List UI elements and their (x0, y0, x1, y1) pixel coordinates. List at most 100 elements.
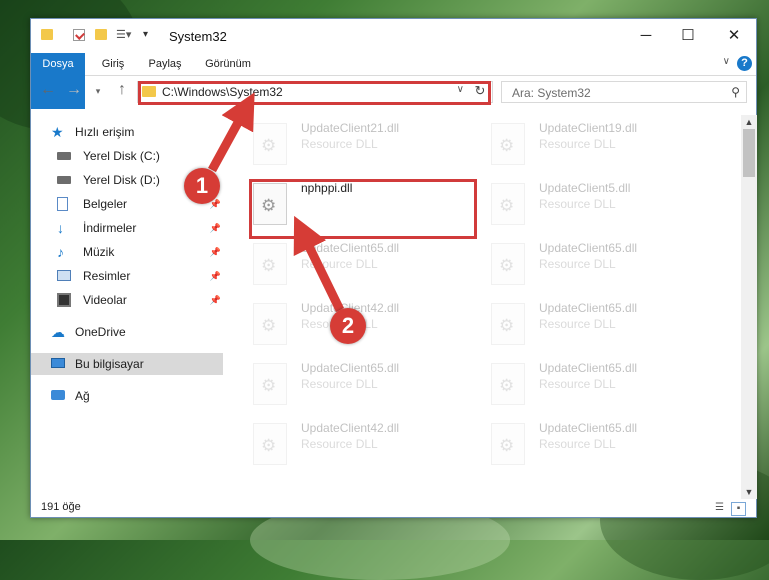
tab-view[interactable]: Görünüm (197, 53, 259, 75)
file-name: UpdateClient65.dll (539, 241, 638, 255)
dll-file-icon: ⚙ (253, 243, 287, 285)
file-type: Resource DLL (539, 437, 616, 451)
toolbar-dropdown-icon[interactable]: ▾ (143, 29, 155, 41)
pin-icon[interactable]: 📌 (210, 289, 221, 311)
up-arrow-icon[interactable]: ↑ (113, 81, 131, 99)
file-type: Resource DLL (539, 257, 616, 271)
nav-label: Yerel Disk (D:) (83, 173, 160, 187)
gear-icon: ⚙ (261, 376, 277, 395)
file-type: Resource DLL (539, 197, 616, 211)
file-item[interactable]: ⚙ UpdateClient5.dll Resource DLL (489, 179, 719, 235)
close-button[interactable]: ✕ (723, 25, 745, 47)
file-item[interactable]: ⚙ UpdateClient21.dll Resource DLL (251, 119, 481, 175)
nav-label: Yerel Disk (C:) (83, 149, 160, 163)
pictures-icon (57, 270, 71, 281)
file-item[interactable]: ⚙ UpdateClient65.dll Resource DLL (489, 299, 719, 355)
scrollbar-thumb[interactable] (743, 129, 755, 177)
gear-icon: ⚙ (499, 376, 515, 395)
music-icon: ♪ (57, 244, 64, 260)
file-item[interactable]: ⚙UpdateClient42.dllResource DLL (251, 299, 481, 355)
gear-icon: ⚙ (499, 136, 515, 155)
file-item[interactable]: ⚙ UpdateClient65.dll Resource DLL (251, 239, 481, 295)
dll-file-icon: ⚙ (491, 123, 525, 165)
file-item[interactable]: ⚙ UpdateClient65.dll Resource DLL (251, 359, 481, 415)
large-icons-view-icon[interactable]: ▪ (731, 502, 746, 516)
file-name: UpdateClient42.dll (301, 421, 400, 435)
pin-icon[interactable]: 📌 (210, 265, 221, 287)
gear-icon: ⚙ (261, 136, 277, 155)
details-view-icon[interactable]: ☰ (713, 502, 726, 514)
file-item[interactable]: ⚙ UpdateClient19.dll Resource DLL (489, 119, 719, 175)
nav-item[interactable]: Videolar 📌 (31, 289, 223, 311)
nav-onedrive[interactable]: ☁ OneDrive (31, 321, 223, 343)
nav-this-pc[interactable]: Bu bilgisayar (31, 353, 223, 375)
gear-icon: ⚙ (499, 316, 515, 335)
tab-share[interactable]: Paylaş (143, 53, 187, 75)
window-title: System32 (169, 29, 227, 44)
help-icon[interactable]: ? (737, 56, 752, 71)
explorer-window: ☰▾ ▾ System32 ─ ☐ ✕ Dosya Giriş Paylaş G… (30, 18, 757, 518)
status-bar: 191 öğe ☰ ▪ (31, 497, 756, 519)
drive-icon (57, 152, 71, 160)
file-name: UpdateClient19.dll (539, 121, 638, 135)
file-item[interactable]: ⚙ UpdateClient65.dll Resource DLL (489, 419, 719, 475)
search-placeholder: Ara: System32 (512, 86, 591, 100)
file-type: Resource DLL (301, 437, 378, 451)
back-arrow-icon[interactable]: ← (39, 81, 57, 99)
address-highlight-box (138, 81, 491, 105)
selected-file-highlight-box (249, 179, 477, 239)
nav-label: İndirmeler (83, 221, 137, 235)
forward-arrow-icon[interactable]: → (65, 81, 83, 99)
gear-icon: ⚙ (499, 256, 515, 275)
folder-icon (41, 29, 53, 40)
nav-item[interactable]: Resimler 📌 (31, 265, 223, 287)
downloads-icon: ↓ (57, 220, 64, 236)
ribbon-tabs: Dosya Giriş Paylaş Görünüm ∨ ? (31, 53, 756, 109)
file-name: UpdateClient65.dll (301, 241, 400, 255)
scroll-up-icon[interactable]: ▲ (741, 115, 757, 129)
ribbon-expand-icon[interactable]: ∨ (723, 56, 730, 67)
file-name: UpdateClient65.dll (539, 361, 638, 375)
file-item[interactable]: ⚙ UpdateClient42.dll Resource DLL (251, 419, 481, 475)
pin-icon[interactable]: 📌 (210, 217, 221, 239)
refresh-icon[interactable]: ↻ (471, 83, 489, 101)
gear-icon: ⚙ (499, 436, 515, 455)
gear-icon: ⚙ (499, 196, 515, 215)
nav-label: Resimler (83, 269, 131, 283)
file-name: UpdateClient65.dll (301, 361, 400, 375)
dll-file-icon: ⚙ (491, 243, 525, 285)
network-icon (51, 390, 65, 400)
maximize-button[interactable]: ☐ (677, 25, 699, 47)
vertical-scrollbar[interactable]: ▲ ▼ (741, 115, 757, 499)
file-name: UpdateClient21.dll (301, 121, 400, 135)
nav-item[interactable]: ↓ İndirmeler 📌 (31, 217, 223, 239)
computer-icon (51, 358, 65, 368)
file-item[interactable]: ⚙ UpdateClient65.dll Resource DLL (489, 239, 719, 295)
new-folder-icon[interactable] (95, 29, 107, 40)
file-type: Resource DLL (301, 377, 378, 391)
search-input[interactable]: Ara: System32 ⚲ (501, 81, 747, 103)
dll-file-icon: ⚙ (491, 363, 525, 405)
annotation-badge-1: 1 (184, 168, 220, 204)
customize-toolbar-icon[interactable]: ☰▾ (116, 29, 138, 41)
dll-file-icon: ⚙ (253, 423, 287, 465)
file-item[interactable]: ⚙ UpdateClient65.dll Resource DLL (489, 359, 719, 415)
nav-label: Müzik (83, 245, 115, 259)
nav-quick-access[interactable]: ★ Hızlı erişim (31, 121, 223, 143)
cloud-icon: ☁ (51, 324, 65, 340)
properties-icon[interactable] (73, 29, 85, 41)
file-name: UpdateClient5.dll (539, 181, 631, 195)
nav-item[interactable]: ♪ Müzik 📌 (31, 241, 223, 263)
nav-network[interactable]: Ağ (31, 385, 223, 407)
nav-item[interactable]: Yerel Disk (C:) (31, 145, 223, 167)
recent-locations-icon[interactable]: ▾ (89, 86, 107, 97)
pin-icon[interactable]: 📌 (210, 241, 221, 263)
file-type: Resource DLL (539, 377, 616, 391)
minimize-button[interactable]: ─ (635, 25, 657, 47)
dll-file-icon: ⚙ (491, 423, 525, 465)
nav-label: Belgeler (83, 197, 128, 211)
file-list: ⚙ UpdateClient21.dll Resource DLL ⚙ nphppi.d… (239, 115, 741, 499)
title-bar: ☰▾ ▾ System32 ─ ☐ ✕ (31, 19, 756, 53)
nav-label: Ağ (75, 389, 90, 403)
tab-home[interactable]: Giriş (91, 53, 135, 75)
